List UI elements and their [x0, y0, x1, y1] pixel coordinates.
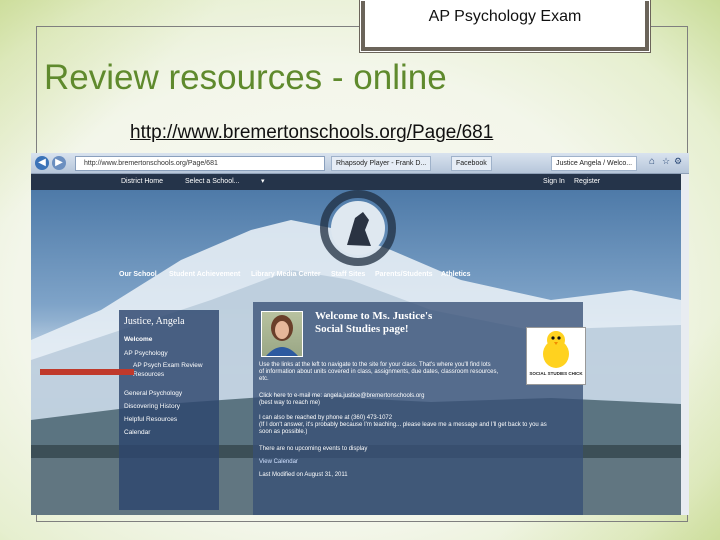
browser-tab[interactable]: Facebook: [451, 156, 492, 171]
header-tab: AP Psychology Exam: [359, 0, 651, 53]
resource-link[interactable]: http://www.bremertonschools.org/Page/681: [130, 122, 493, 144]
browser-tab-active[interactable]: Justice Angela / Welco...: [551, 156, 638, 171]
header-tab-label: AP Psychology Exam: [365, 1, 645, 47]
events-text: There are no upcoming events to display: [259, 446, 368, 452]
school-crest-logo: [320, 190, 396, 266]
sign-in-link[interactable]: Sign In: [543, 174, 565, 190]
last-modified: Last Modified on August 31, 2011: [259, 472, 348, 478]
chevron-down-icon: ▾: [261, 178, 265, 185]
nav-item[interactable]: Resources: [133, 371, 164, 378]
mountain-background: Our School Student Achievement Library M…: [31, 190, 681, 515]
portrait-image: [266, 315, 298, 356]
nav-item[interactable]: Calendar: [124, 429, 150, 436]
menu-item[interactable]: Student Achievement: [169, 268, 240, 282]
red-pointer-arrow: [40, 369, 134, 375]
site-main-menu: Our School Student Achievement Library M…: [119, 268, 499, 282]
star-icon[interactable]: ☆: [662, 156, 670, 167]
body-text: (best way to reach me): [259, 400, 321, 406]
nav-item[interactable]: AP Psychology: [124, 350, 168, 357]
site-top-bar: District Home Select a School... ▾ Sign …: [31, 174, 689, 190]
social-studies-chick: SOCIAL STUDIES CHICK: [526, 327, 586, 385]
browser-tab[interactable]: Rhapsody Player - Frank D...: [331, 156, 432, 171]
back-icon[interactable]: ◀: [35, 156, 49, 170]
welcome-line: Social Studies page!: [315, 323, 409, 335]
gear-icon[interactable]: ⚙: [674, 156, 682, 167]
browser-toolbar: ◀ ▶ http://www.bremertonschools.org/Page…: [31, 153, 689, 174]
view-calendar-link[interactable]: View Calendar: [259, 459, 298, 467]
select-school-dropdown[interactable]: Select a School...: [185, 174, 239, 190]
chick-icon: [543, 331, 569, 368]
nav-item[interactable]: Discovering History: [124, 403, 180, 410]
menu-item[interactable]: Athletics: [441, 268, 471, 282]
nav-item[interactable]: Helpful Resources: [124, 416, 177, 423]
body-text: soon as possible.): [259, 429, 308, 435]
left-navigation: Justice, Angela Welcome AP Psychology AP…: [119, 310, 219, 510]
nav-item[interactable]: Welcome: [124, 336, 152, 343]
welcome-line: Welcome to Ms. Justice's: [315, 310, 433, 322]
slide-title: Review resources - online: [44, 58, 447, 97]
menu-item[interactable]: Parents/Students: [375, 268, 433, 282]
address-bar[interactable]: http://www.bremertonschools.org/Page/681: [75, 156, 325, 171]
menu-item[interactable]: Staff Sites: [331, 268, 365, 282]
teacher-photo: [261, 311, 303, 357]
body-text: of information about units covered in cl…: [259, 369, 499, 375]
district-home-link[interactable]: District Home: [121, 174, 163, 190]
body-text: etc.: [259, 376, 269, 382]
nav-item[interactable]: General Psychology: [124, 390, 182, 397]
forward-icon[interactable]: ▶: [52, 156, 66, 170]
register-link[interactable]: Register: [574, 174, 600, 190]
welcome-heading: Welcome to Ms. Justice's Social Studies …: [315, 310, 432, 336]
home-icon[interactable]: ⌂: [649, 156, 655, 167]
nav-item-active[interactable]: AP Psych Exam Review: [133, 362, 203, 369]
website-screenshot: ◀ ▶ http://www.bremertonschools.org/Page…: [31, 153, 689, 515]
menu-item[interactable]: Our School: [119, 268, 157, 282]
scrollbar[interactable]: [681, 174, 689, 515]
teacher-name: Justice, Angela: [124, 316, 185, 327]
menu-item[interactable]: Library Media Center: [251, 268, 321, 282]
chick-caption: SOCIAL STUDIES CHICK: [529, 371, 583, 376]
